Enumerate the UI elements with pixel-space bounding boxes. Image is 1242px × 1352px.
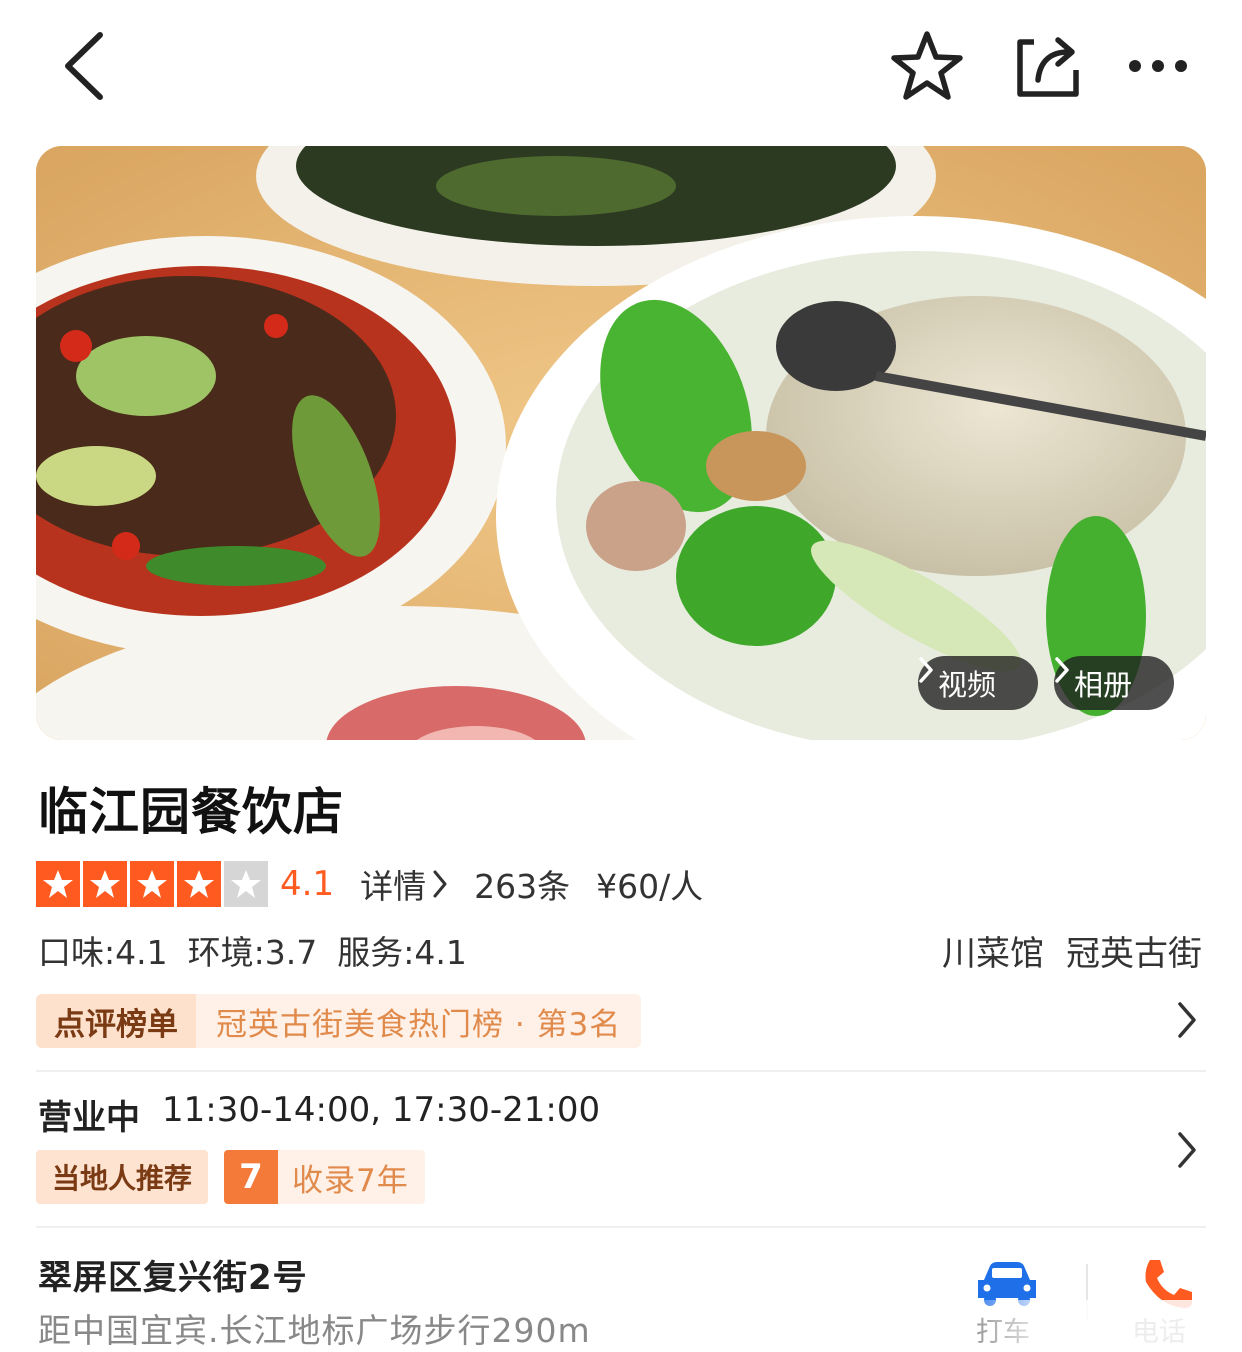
business-hours[interactable]: 营业中 11:30-14:00, 17:30-21:00 <box>38 1090 600 1139</box>
category-tag[interactable]: 川菜馆 <box>942 926 1044 975</box>
chevron-right-icon[interactable] <box>1176 1000 1198 1040</box>
more-dots-icon <box>1129 60 1187 72</box>
star-empty-icon <box>224 861 268 907</box>
food-photo-illustration <box>36 146 1206 740</box>
share-icon <box>1017 37 1079 97</box>
star-rating <box>36 861 268 907</box>
rating-score: 4.1 <box>280 864 335 904</box>
chevron-right-icon <box>919 657 933 683</box>
sub-scores: 口味:4.1 环境:3.7 服务:4.1 <box>38 926 467 974</box>
more-button[interactable] <box>1120 34 1196 98</box>
detail-label: 详情 <box>360 867 427 906</box>
back-button[interactable] <box>52 28 116 104</box>
star-filled-icon <box>36 861 80 907</box>
star-filled-icon <box>83 861 127 907</box>
share-button[interactable] <box>1006 28 1088 104</box>
service-score: 服务:4.1 <box>337 933 467 972</box>
divider <box>36 1070 1206 1072</box>
album-button[interactable]: 相册 <box>1054 656 1174 710</box>
shop-badges: 当地人推荐 7 收录7年 <box>36 1150 425 1204</box>
address-street[interactable]: 翠屏区复兴街2号 <box>38 1250 308 1299</box>
chevron-right-icon[interactable] <box>1176 1130 1198 1170</box>
video-button[interactable]: 视频 <box>918 656 1038 710</box>
star-filled-icon <box>177 861 221 907</box>
years-number: 7 <box>224 1150 279 1204</box>
watermark-overlay <box>960 1300 1242 1352</box>
chevron-right-icon <box>433 870 447 898</box>
ranking-text: 冠英古街美食热门榜 · 第3名 <box>196 994 642 1048</box>
local-recommend-badge: 当地人推荐 <box>36 1150 209 1204</box>
years-text: 收录7年 <box>292 1162 409 1199</box>
environment-score: 环境:3.7 <box>187 933 318 972</box>
album-label: 相册 <box>1074 668 1133 702</box>
hero-photo[interactable]: 视频 相册 <box>36 146 1206 740</box>
top-nav-bar <box>0 0 1242 130</box>
shop-tags: 川菜馆 冠英古街 <box>942 926 1202 975</box>
favorite-button[interactable] <box>886 26 968 106</box>
shop-detail-page: 视频 相册 临江园餐饮店 4.1 详情 263条 ¥60/人 口味:4.1 环境… <box>0 0 1242 1352</box>
star-outline-icon <box>891 31 963 100</box>
price-per-person: ¥60/人 <box>596 867 704 906</box>
district-tag[interactable]: 冠英古街 <box>1066 926 1202 975</box>
rating-detail-link[interactable]: 详情 <box>360 860 448 908</box>
video-label: 视频 <box>938 668 997 702</box>
rating-row: 4.1 详情 263条 ¥60/人 <box>36 860 703 908</box>
ranking-banner[interactable]: 点评榜单 冠英古街美食热门榜 · 第3名 <box>36 994 642 1048</box>
divider <box>36 1226 1206 1228</box>
star-filled-icon <box>130 861 174 907</box>
address-distance: 距中国宜宾.长江地标广场步行290m <box>38 1311 591 1350</box>
shop-name: 临江园餐饮店 <box>38 783 344 841</box>
taste-score: 口味:4.1 <box>38 933 168 972</box>
chevron-left-icon <box>65 32 103 100</box>
ranking-label: 点评榜单 <box>36 994 196 1048</box>
review-count[interactable]: 263条 <box>474 860 570 908</box>
open-status: 营业中 <box>38 1098 140 1138</box>
years-listed-badge: 7 收录7年 <box>224 1150 425 1204</box>
open-times: 11:30-14:00, 17:30-21:00 <box>162 1090 601 1130</box>
chevron-right-icon <box>1055 657 1069 683</box>
